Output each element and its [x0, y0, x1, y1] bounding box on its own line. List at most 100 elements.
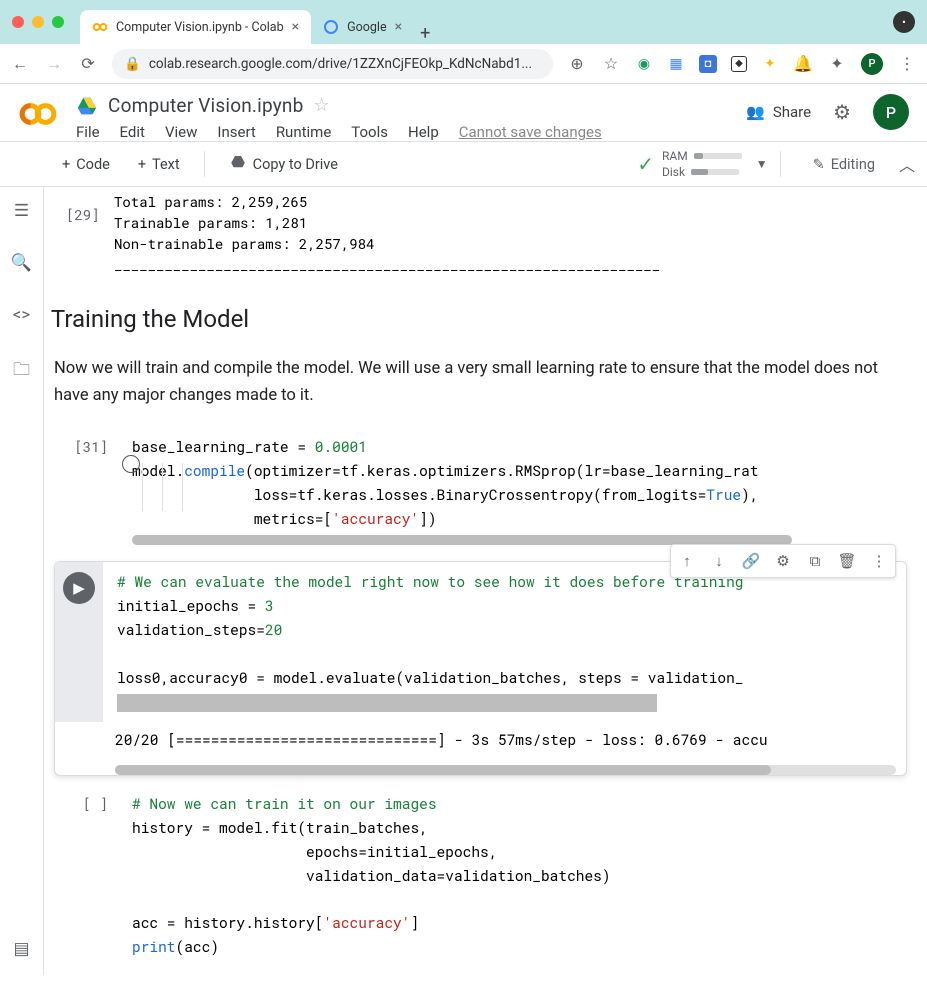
back-button[interactable]: ←	[10, 54, 30, 74]
workspace: ☰ 🔍 <> 🗀 ▤ [29] Total params: 2,259,265 …	[0, 187, 927, 975]
active-code-cell[interactable]: ↑ ↓ 🔗 ⚙ ⧉ 🗑 ⋮ ▶ # We can evaluate the mo…	[54, 561, 907, 776]
section-heading: ▼Training the Model	[54, 305, 907, 333]
separator	[204, 151, 205, 177]
drive-small-icon	[229, 153, 247, 175]
settings-gear-icon[interactable]: ⚙	[833, 100, 851, 124]
disk-label: Disk	[662, 165, 685, 179]
menu-file[interactable]: File	[76, 123, 100, 141]
minimize-window-button[interactable]	[32, 16, 44, 28]
section-paragraph: Now we will train and compile the model.…	[54, 355, 907, 409]
left-sidebar: ☰ 🔍 <> 🗀 ▤	[0, 187, 44, 975]
notifications-icon[interactable]: 🔔	[793, 54, 813, 73]
new-tab-button[interactable]: +	[420, 23, 430, 44]
link-cell-icon[interactable]: 🔗	[737, 547, 765, 575]
ram-meter	[694, 153, 742, 159]
menu-tools[interactable]: Tools	[351, 123, 388, 141]
colab-logo-icon[interactable]	[18, 94, 58, 134]
toc-icon[interactable]: ☰	[14, 201, 29, 221]
browser-tabs: Computer Vision.ipynb - Colab × Google ×…	[80, 0, 893, 44]
browser-menu-icon[interactable]: ⋮	[897, 54, 917, 73]
extension-icon[interactable]: ◆	[731, 56, 747, 72]
files-icon[interactable]: 🗀	[13, 357, 30, 386]
editing-mode-button[interactable]: ✎ Editing	[813, 156, 875, 173]
markdown-cell: ▼Training the Model Now we will train an…	[54, 305, 907, 409]
code-snippets-icon[interactable]: <>	[13, 305, 31, 325]
zoom-icon[interactable]: ⊕	[567, 54, 587, 73]
window-controls	[12, 16, 64, 28]
save-status[interactable]: Cannot save changes	[459, 123, 602, 141]
run-cell-button[interactable]: ▶	[63, 572, 95, 604]
code-cell-empty[interactable]: [ ] # Now we can train it on our images …	[54, 792, 907, 959]
share-button[interactable]: 👥 Share	[746, 103, 811, 121]
action-bar: + Code + Text Copy to Drive ✓ RAM Disk ▼…	[0, 141, 927, 187]
colab-header: Computer Vision.ipynb ☆ File Edit View I…	[0, 84, 927, 141]
address-bar[interactable]: 🔒 colab.research.google.com/drive/1ZZXnC…	[112, 49, 553, 79]
maximize-window-button[interactable]	[52, 16, 64, 28]
reload-button[interactable]: ⟳	[78, 54, 98, 73]
close-tab-icon[interactable]: ×	[292, 19, 299, 35]
menu-insert[interactable]: Insert	[217, 123, 255, 141]
menu-runtime[interactable]: Runtime	[276, 123, 331, 141]
lock-icon: 🔒	[124, 56, 141, 72]
copy-to-drive-button[interactable]: Copy to Drive	[217, 147, 350, 181]
code-cell-31[interactable]: [31] base_learning_rate = 0.0001 model.c…	[54, 435, 907, 545]
add-text-button[interactable]: + Text	[126, 150, 192, 179]
code-editor[interactable]: # Now we can train it on our images hist…	[132, 792, 907, 959]
url-text: colab.research.google.com/drive/1ZZXnCjF…	[149, 56, 532, 72]
close-tab-icon[interactable]: ×	[395, 19, 402, 35]
bookmark-star-icon[interactable]: ☆	[601, 54, 621, 73]
browser-toolbar: ← → ⟳ 🔒 colab.research.google.com/drive/…	[0, 44, 927, 84]
tab-google[interactable]: Google ×	[311, 10, 414, 44]
menu-edit[interactable]: Edit	[120, 123, 145, 141]
google-favicon-icon	[323, 19, 339, 35]
menu-view[interactable]: View	[165, 123, 197, 141]
search-icon[interactable]: 🔍	[11, 253, 32, 273]
cell-settings-icon[interactable]: ⚙	[769, 547, 797, 575]
add-code-button[interactable]: + Code	[50, 150, 122, 179]
separator	[780, 151, 781, 177]
move-up-icon[interactable]: ↑	[673, 547, 701, 575]
extension-icon[interactable]: ◉	[635, 55, 653, 73]
connected-check-icon: ✓	[637, 152, 654, 176]
selection-highlight	[117, 694, 657, 712]
document-title[interactable]: Computer Vision.ipynb	[108, 94, 303, 117]
move-down-icon[interactable]: ↓	[705, 547, 733, 575]
resources-dropdown-icon[interactable]: ▼	[756, 157, 768, 171]
profile-avatar[interactable]: P	[861, 53, 883, 75]
output-cell: [29] Total params: 2,259,265 Trainable p…	[54, 191, 907, 275]
exec-count: [31]	[64, 437, 108, 456]
code-editor[interactable]: # We can evaluate the model right now to…	[103, 562, 906, 722]
extension-icon[interactable]: ◘	[699, 55, 717, 73]
pencil-icon: ✎	[813, 156, 825, 173]
cell-toolbar: ↑ ↓ 🔗 ⚙ ⧉ 🗑 ⋮	[670, 544, 896, 578]
extension-icon[interactable]: ▦	[667, 55, 685, 73]
code-editor[interactable]: base_learning_rate = 0.0001 model.compil…	[132, 435, 907, 531]
delete-cell-icon[interactable]: 🗑	[833, 547, 861, 575]
cell-gutter: ▶	[55, 562, 103, 722]
browser-profile-icon[interactable]: •	[893, 11, 915, 33]
tab-label: Computer Vision.ipynb - Colab	[116, 20, 284, 35]
cell-output: 20/20 [==============================] -…	[55, 722, 906, 759]
drive-icon	[76, 95, 98, 117]
star-icon[interactable]: ☆	[313, 95, 329, 116]
close-window-button[interactable]	[12, 16, 24, 28]
menu-help[interactable]: Help	[408, 123, 439, 141]
cell-menu-icon[interactable]: ⋮	[865, 547, 893, 575]
user-avatar[interactable]: P	[873, 94, 909, 130]
extension-icon[interactable]: ✦	[761, 55, 779, 73]
disk-meter	[691, 169, 739, 175]
notebook-content[interactable]: [29] Total params: 2,259,265 Trainable p…	[44, 187, 927, 975]
mirror-cell-icon[interactable]: ⧉	[801, 547, 829, 575]
people-icon: 👥	[746, 103, 765, 121]
extensions-puzzle-icon[interactable]: ✦	[827, 54, 847, 73]
exec-count: [ ]	[64, 794, 108, 813]
share-label: Share	[773, 103, 811, 121]
tab-colab[interactable]: Computer Vision.ipynb - Colab ×	[80, 10, 311, 44]
horizontal-scrollbar[interactable]	[115, 765, 896, 775]
menu-bar: File Edit View Insert Runtime Tools Help…	[76, 123, 728, 141]
window-titlebar: Computer Vision.ipynb - Colab × Google ×…	[0, 0, 927, 44]
ram-label: RAM	[662, 149, 688, 163]
collapse-header-icon[interactable]: ︿	[899, 152, 915, 176]
terminal-icon[interactable]: ▤	[13, 939, 29, 959]
output-text: Total params: 2,259,265 Trainable params…	[114, 191, 907, 275]
